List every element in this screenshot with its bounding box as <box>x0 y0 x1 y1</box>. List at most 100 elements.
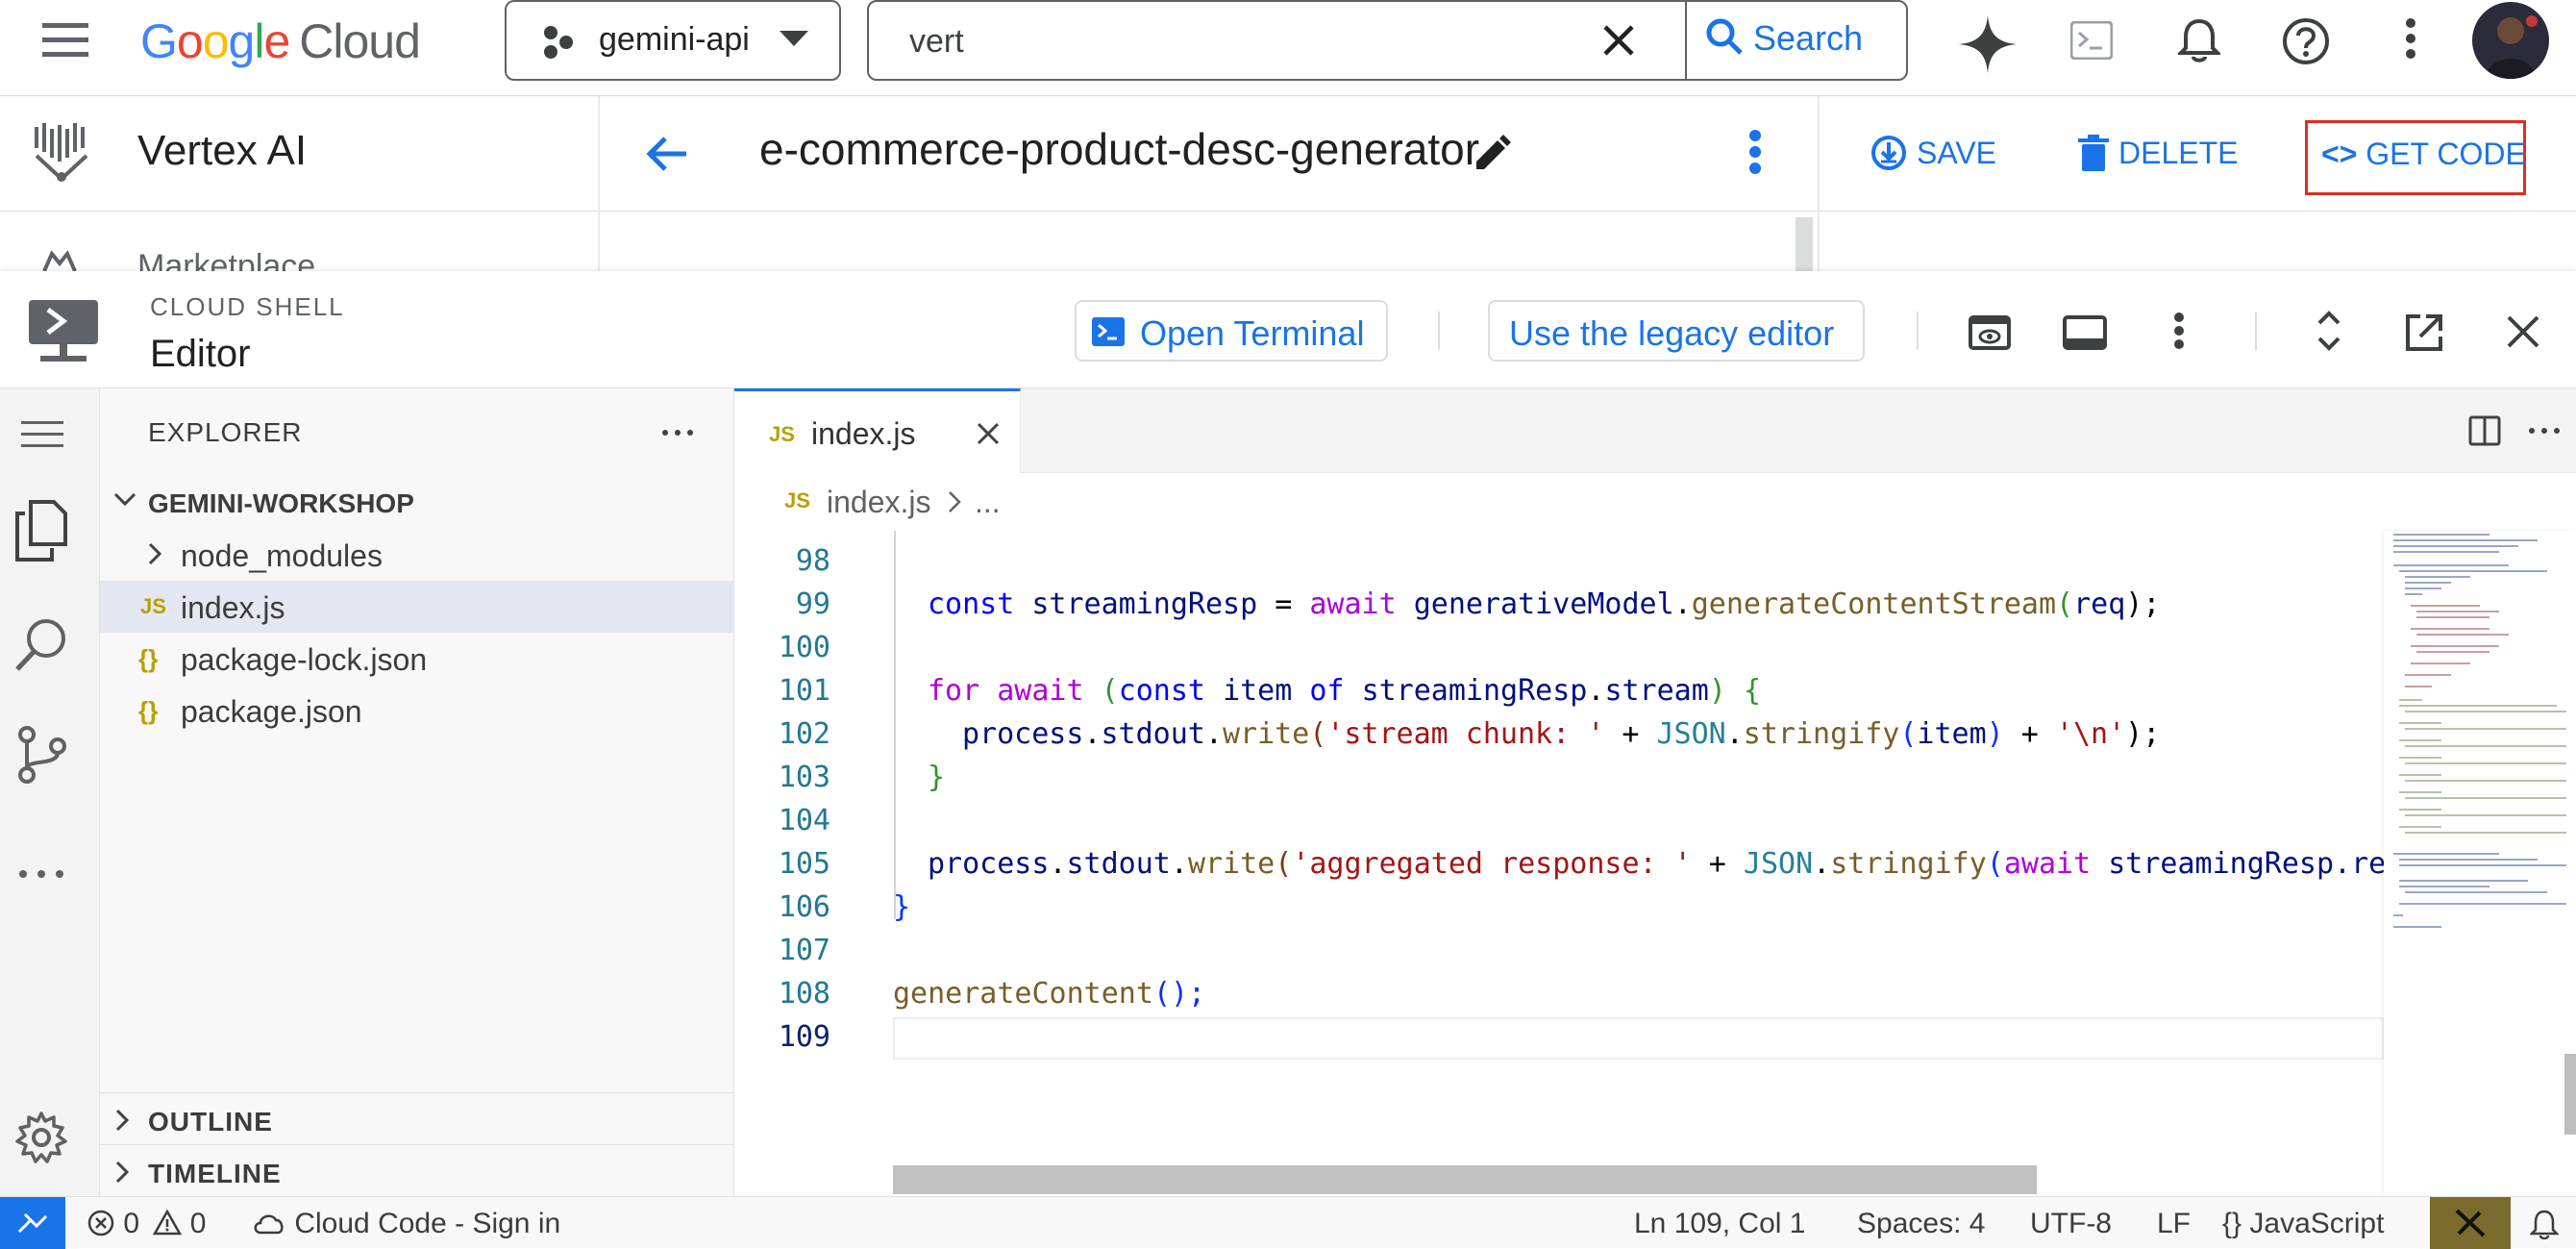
code-token: ( <box>1986 847 2004 881</box>
tree-item-index-js[interactable]: JS index.js <box>100 581 734 633</box>
legacy-editor-button[interactable]: Use the legacy editor <box>1488 300 1865 362</box>
settings-gear-icon[interactable] <box>13 1110 69 1165</box>
search-button-label: Search <box>1753 18 1864 58</box>
timeline-section[interactable]: TIMELINE <box>100 1144 734 1196</box>
tree-item-package-json[interactable]: {} package.json <box>100 685 734 737</box>
tab-index-js[interactable]: JS index.js <box>734 388 1021 473</box>
encoding-setting[interactable]: UTF-8 <box>2030 1208 2112 1240</box>
more-vert-icon[interactable] <box>2403 17 2418 60</box>
panel-scrollbar[interactable] <box>1796 217 1813 271</box>
code-token: await <box>1309 587 1397 621</box>
more-views-icon[interactable] <box>17 869 65 879</box>
code-token: await <box>997 674 1084 708</box>
prompt-more-vert-icon[interactable] <box>1747 129 1763 175</box>
close-shell-icon[interactable] <box>2507 315 2539 348</box>
main-menu-icon[interactable] <box>42 21 88 60</box>
web-preview-icon[interactable] <box>1969 315 2011 350</box>
errors-count: 0 <box>123 1208 140 1239</box>
indentation-setting[interactable]: Spaces: 4 <box>1857 1208 1985 1240</box>
explorer-more-icon[interactable] <box>661 429 694 437</box>
editor-more-icon[interactable] <box>2528 427 2561 435</box>
hamburger-menu-icon[interactable] <box>21 421 63 448</box>
breadcrumb-more[interactable]: ... <box>975 485 1001 520</box>
cloud-code-signin[interactable]: Cloud Code - Sign in <box>252 1208 560 1240</box>
expand-collapse-icon[interactable] <box>2316 310 2341 352</box>
line-number: 105 <box>778 847 830 881</box>
line-number: 101 <box>778 674 830 708</box>
avatar[interactable] <box>2472 2 2549 79</box>
outline-section[interactable]: OUTLINE <box>100 1092 734 1144</box>
remote-indicator[interactable] <box>0 1197 65 1249</box>
vertex-ai-bar: Vertex AI Marketplace e-commerce-product… <box>0 96 2576 271</box>
breadcrumb: JS index.js ... <box>734 473 2576 531</box>
breadcrumb-file[interactable]: index.js <box>827 485 931 520</box>
code-token: ); <box>2125 717 2161 751</box>
explorer-files-icon[interactable] <box>13 500 67 562</box>
clear-search-icon[interactable] <box>1601 23 1636 58</box>
status-bar: 0 0 Cloud Code - Sign in Ln 109, Col 1 S… <box>0 1196 2576 1249</box>
cursor-position[interactable]: Ln 109, Col 1 <box>1634 1208 1805 1240</box>
notifications-bell-icon[interactable] <box>2530 1209 2559 1239</box>
problems-indicator[interactable]: 0 0 <box>87 1208 206 1240</box>
code-token: ); <box>2125 587 2161 621</box>
source-control-icon[interactable] <box>17 725 67 785</box>
toolbar-divider-3 <box>2255 312 2257 350</box>
horizontal-scrollbar[interactable] <box>893 1165 2037 1194</box>
code-token: 'stream chunk: ' <box>1326 717 1605 751</box>
editor-tab-bar: JS index.js <box>734 388 2576 473</box>
warnings-count: 0 <box>189 1208 207 1239</box>
google-cloud-logo[interactable]: Google Cloud <box>140 13 421 69</box>
line-number: 98 <box>795 544 830 578</box>
sidebar-item-marketplace[interactable]: Marketplace <box>137 248 315 271</box>
split-editor-icon[interactable] <box>2468 415 2501 446</box>
vertical-scrollbar-thumb[interactable] <box>2564 1054 2576 1135</box>
help-icon[interactable] <box>2282 17 2330 65</box>
search-button[interactable]: Search <box>1705 17 1863 59</box>
notifications-bell-icon[interactable] <box>2178 17 2220 63</box>
shell-more-vert-icon[interactable] <box>2172 312 2186 350</box>
chevron-down-icon <box>780 31 808 48</box>
open-in-new-window-icon[interactable] <box>2405 313 2443 352</box>
line-number-current: 109 <box>778 1020 830 1054</box>
code-token: stringify <box>1743 717 1900 751</box>
close-tab-icon[interactable] <box>977 422 1000 445</box>
code-token: ) <box>1986 717 2004 751</box>
tree-item-node-modules[interactable]: node_modules <box>100 529 734 581</box>
delete-label: DELETE <box>2118 136 2239 170</box>
workspace-folder[interactable]: GEMINI-WORKSHOP <box>100 477 734 529</box>
feedback-indicator[interactable] <box>2430 1197 2511 1249</box>
line-number: 102 <box>778 717 830 751</box>
code-token: + <box>1604 717 1657 751</box>
save-button[interactable]: SAVE <box>1870 135 1996 171</box>
code-token: (); <box>1152 977 1206 1011</box>
language-braces-icon: {} <box>2222 1208 2242 1239</box>
cloud-shell-logo-icon <box>27 298 100 365</box>
code-token: stream <box>1604 674 1709 708</box>
project-selector[interactable]: gemini-api <box>505 0 841 81</box>
line-number: 103 <box>778 761 830 794</box>
explorer-header: EXPLORER <box>148 417 303 447</box>
line-number: 108 <box>778 977 830 1011</box>
cloud-shell-icon[interactable] <box>2070 21 2113 60</box>
back-arrow-icon[interactable] <box>646 135 688 173</box>
search-input[interactable] <box>909 19 1438 63</box>
line-number: 100 <box>778 631 830 664</box>
line-number: 107 <box>778 934 830 967</box>
language-mode[interactable]: {} JavaScript <box>2222 1208 2384 1240</box>
minimap[interactable] <box>2384 531 2576 1196</box>
open-terminal-button[interactable]: Open Terminal <box>1075 300 1388 362</box>
delete-button[interactable]: DELETE <box>2078 135 2238 171</box>
eol-setting[interactable]: LF <box>2157 1208 2191 1240</box>
gemini-sparkle-icon[interactable] <box>1959 15 2017 73</box>
tree-item-package-lock-json[interactable]: {} package-lock.json <box>100 633 734 685</box>
get-code-button[interactable]: <> GET CODE <box>2305 120 2526 195</box>
code-area[interactable]: 98 99 100 101 102 103 104 105 106 107 10… <box>734 531 2384 1173</box>
project-name: gemini-api <box>599 21 750 58</box>
code-token: generativeModel <box>1413 587 1674 621</box>
chevron-right-icon <box>148 542 161 565</box>
panel-layout-icon[interactable] <box>2063 315 2107 350</box>
search-sidebar-icon[interactable] <box>13 617 69 673</box>
terminal-icon <box>1092 317 1125 346</box>
product-title: Vertex AI <box>137 127 308 174</box>
edit-pencil-icon[interactable] <box>1473 135 1511 173</box>
